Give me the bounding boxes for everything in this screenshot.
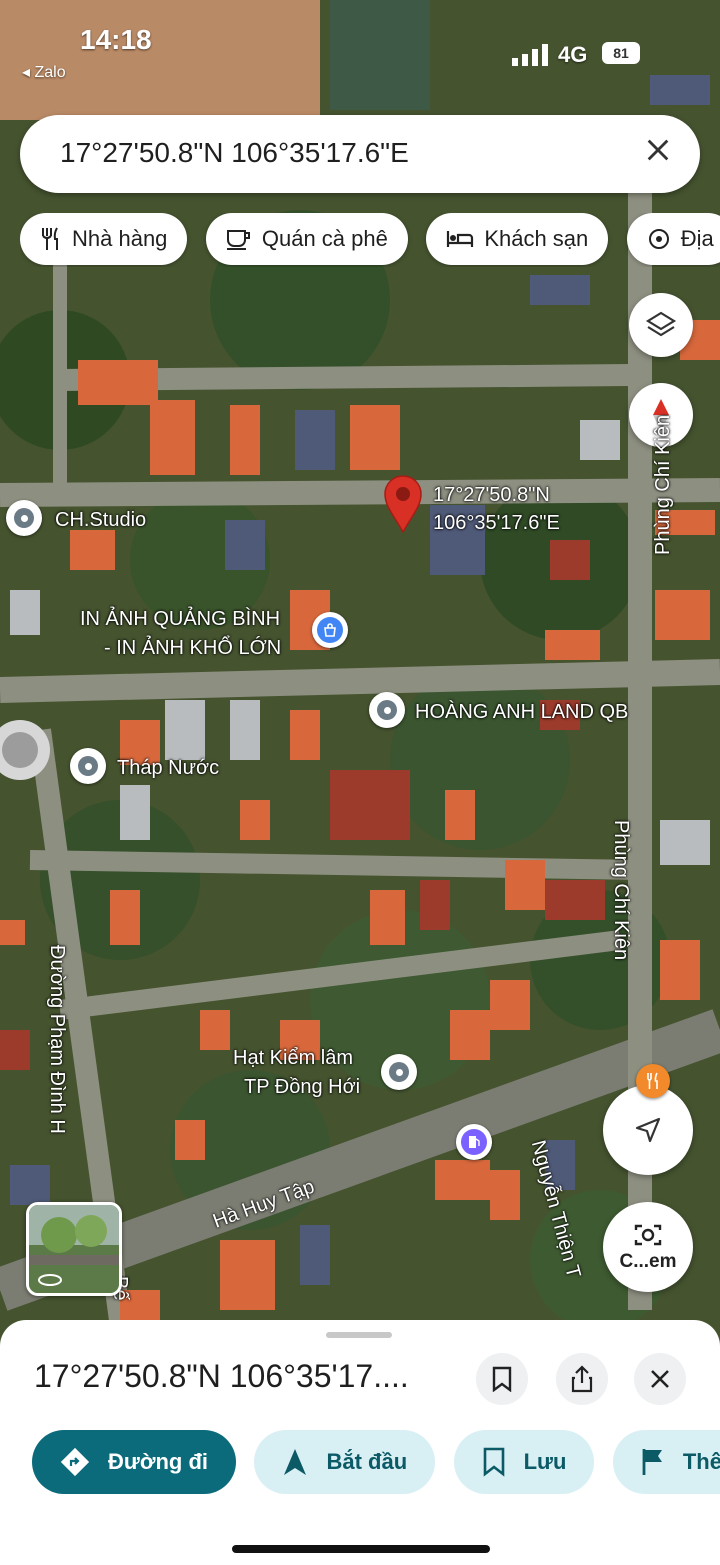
street-view-thumbnail[interactable] — [26, 1202, 122, 1296]
place-label-hat-kiem-lam-2[interactable]: TP Đồng Hới — [244, 1076, 360, 1099]
rotate-360-icon — [38, 1274, 62, 1286]
restaurant-icon — [647, 1072, 658, 1089]
place-label-hoang-anh[interactable]: HOÀNG ANH LAND QB — [415, 701, 628, 724]
lens-button[interactable]: C...em — [603, 1202, 693, 1292]
place-marker[interactable] — [369, 692, 405, 728]
place-title: 17°27'50.8"N 106°35'17.... — [34, 1358, 409, 1394]
shop-marker[interactable] — [312, 612, 348, 648]
hotel-icon — [446, 230, 474, 248]
camera-search-icon — [634, 1224, 662, 1246]
place-label-in-anh-1[interactable]: IN ẢNH QUẢNG BÌNH — [80, 608, 280, 631]
place-marker[interactable] — [70, 748, 106, 784]
chip-restaurants[interactable]: Nhà hàng — [20, 213, 188, 265]
status-time: 14:18 — [80, 24, 152, 55]
place-dot-icon — [78, 756, 98, 776]
place-label-thap-nuoc[interactable]: Tháp Nước — [117, 757, 219, 780]
directions-label: Đường đi — [108, 1449, 208, 1474]
chip-label: Khách sạn — [484, 226, 589, 251]
navigate-icon — [282, 1447, 308, 1477]
place-marker[interactable] — [381, 1054, 417, 1090]
close-sheet-button[interactable] — [634, 1353, 686, 1405]
chip-label: Quán cà phê — [261, 226, 388, 251]
lens-label: C...em — [619, 1251, 677, 1272]
clear-search-button[interactable] — [644, 135, 672, 171]
close-icon — [651, 1370, 669, 1388]
add-button[interactable]: Thêm — [612, 1430, 720, 1494]
chip-attractions[interactable]: Địa — [626, 213, 720, 265]
start-label: Bắt đầu — [326, 1449, 408, 1474]
layers-button[interactable] — [629, 293, 693, 357]
close-icon — [647, 139, 669, 161]
place-marker[interactable] — [6, 500, 42, 536]
attraction-icon — [647, 227, 671, 251]
shopping-bag-icon — [317, 617, 343, 643]
action-buttons: Đường đi Bắt đầu Lưu Thêm — [32, 1430, 720, 1496]
chip-coffee[interactable]: Quán cà phê — [205, 213, 408, 265]
place-dot-icon — [14, 508, 34, 528]
place-dot-icon — [389, 1062, 409, 1082]
coffee-icon — [226, 228, 252, 250]
status-bar: 14:18 ◂ Zalo 4G 81 — [0, 0, 720, 90]
gas-pump-icon — [461, 1129, 487, 1155]
navigation-arrow-icon — [635, 1117, 661, 1143]
signal-icon — [512, 44, 548, 66]
directions-icon — [60, 1447, 90, 1477]
search-query[interactable]: 17°27'50.8"N 106°35'17.6"E — [60, 137, 409, 169]
place-dot-icon — [377, 700, 397, 720]
chip-label: Nhà hàng — [72, 226, 168, 251]
start-button[interactable]: Bắt đầu — [254, 1430, 436, 1494]
gas-station-marker[interactable] — [456, 1124, 492, 1160]
pin-coordinates-lng: 106°35'17.6"E — [433, 512, 560, 534]
save-bookmark-button[interactable] — [476, 1353, 528, 1405]
save-button[interactable]: Lưu — [453, 1430, 595, 1494]
chip-label: Địa — [680, 226, 714, 251]
location-pin-icon[interactable] — [383, 474, 423, 534]
bookmark-icon — [482, 1447, 506, 1477]
home-indicator[interactable] — [232, 1545, 490, 1553]
restaurant-icon — [40, 227, 62, 251]
search-bar[interactable]: 17°27'50.8"N 106°35'17.6"E — [20, 115, 700, 193]
network-type: 4G — [558, 42, 588, 67]
flag-icon — [641, 1447, 665, 1477]
street-label-pham-dinh-ho: Đường Phạm Đình H — [46, 945, 68, 1134]
place-label-in-anh-2[interactable]: - IN ẢNH KHỔ LỚN — [104, 637, 281, 660]
category-chips: Nhà hàng Quán cà phê Khách sạn Địa — [20, 213, 720, 267]
battery-indicator: 81 — [602, 42, 640, 64]
pin-coordinates-lat: 17°27'50.8"N — [433, 484, 550, 506]
my-location-button[interactable] — [603, 1085, 693, 1175]
bookmark-icon — [492, 1366, 512, 1392]
save-label: Lưu — [523, 1449, 567, 1474]
share-icon — [571, 1365, 593, 1393]
place-label-ch-studio[interactable]: CH.Studio — [55, 509, 146, 532]
place-label-hat-kiem-lam-1[interactable]: Hạt Kiểm lâm — [233, 1047, 353, 1070]
street-label-phung-chi-kien-top: Phùng Chí Kiên — [652, 414, 674, 555]
directions-button[interactable]: Đường đi — [32, 1430, 236, 1494]
back-to-app-link[interactable]: ◂ Zalo — [22, 62, 66, 82]
chip-hotels[interactable]: Khách sạn — [426, 213, 609, 265]
place-bottom-sheet: 17°27'50.8"N 106°35'17.... Đường đi Bắt … — [0, 1320, 720, 1565]
street-label-phung-chi-kien-mid: Phùng Chí Kiên — [610, 820, 632, 961]
share-button[interactable] — [556, 1353, 608, 1405]
layers-icon — [645, 311, 677, 337]
sheet-drag-handle[interactable] — [326, 1332, 392, 1338]
restaurant-marker[interactable] — [636, 1064, 670, 1098]
add-label: Thêm — [682, 1449, 720, 1474]
